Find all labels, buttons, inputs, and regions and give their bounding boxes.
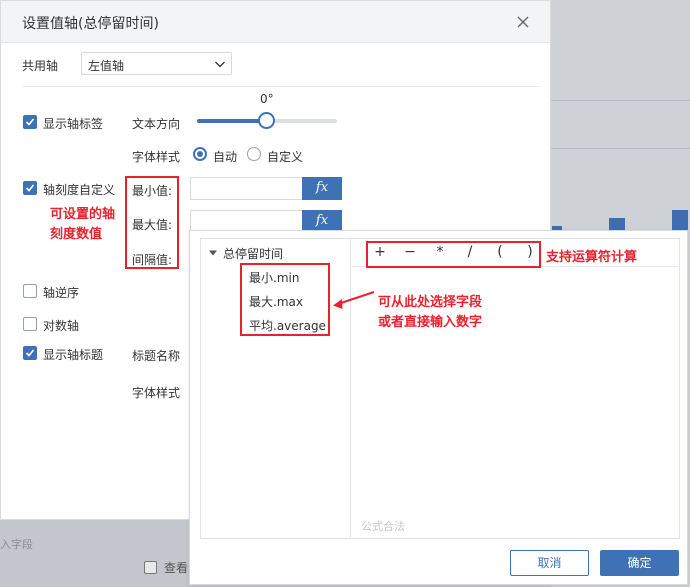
ok-button[interactable]: 确定 [600, 550, 679, 576]
check-icon [25, 118, 35, 126]
font-style-auto-radio[interactable] [193, 147, 207, 161]
dialog-title: 设置值轴(总停留时间) [22, 16, 159, 32]
background-gridline [551, 100, 690, 101]
operators-highlight [366, 241, 541, 268]
axis-scale-annotation-line1: 可设置的轴 [50, 207, 116, 222]
axis-reverse-label: 轴逆序 [43, 286, 80, 300]
background-hint-text: 入字段 [0, 538, 33, 551]
caret-down-icon[interactable] [209, 249, 217, 257]
check-icon [25, 349, 35, 357]
shared-axis-select[interactable]: 左值轴 [81, 52, 232, 75]
font-style-custom-radio[interactable] [247, 147, 261, 161]
shared-axis-selected-value: 左值轴 [88, 59, 125, 73]
axis-scale-annotation-line2: 刻度数值 [50, 227, 103, 242]
dialog-header: 设置值轴(总停留时间) [1, 1, 550, 43]
text-direction-label: 文本方向 [132, 117, 181, 131]
tree-root-label: 总停留时间 [223, 247, 284, 261]
max-value-label: 最大值: [132, 218, 173, 232]
formula-status: 公式合法 [361, 520, 405, 533]
axis-reverse-checkbox[interactable] [23, 284, 37, 298]
min-value-input[interactable] [190, 177, 303, 200]
title-name-label: 标题名称 [132, 349, 181, 363]
show-axis-title-label: 显示轴标题 [43, 348, 104, 362]
background-view-label: 查看 [164, 561, 189, 575]
tree-items-highlight [240, 263, 330, 336]
show-axis-label-checkbox[interactable] [23, 115, 37, 129]
min-value-label: 最小值: [132, 184, 173, 198]
text-direction-slider-fill [197, 119, 267, 123]
operators-annotation: 支持运算符计算 [546, 250, 638, 265]
chevron-down-icon [215, 61, 225, 68]
cancel-button[interactable]: 取消 [510, 550, 589, 576]
tree-root-total-stay-time[interactable]: 总停留时间 [209, 245, 283, 262]
show-axis-label-text: 显示轴标签 [43, 117, 104, 131]
section-divider [23, 86, 540, 87]
check-icon [25, 184, 35, 192]
text-direction-slider-handle[interactable] [258, 112, 275, 129]
text-direction-slider-track[interactable] [267, 119, 337, 123]
background-gridline [551, 148, 690, 149]
axis-scale-custom-label: 轴刻度自定义 [43, 183, 116, 197]
log-axis-label: 对数轴 [43, 319, 80, 333]
font-style-custom-label: 自定义 [267, 150, 304, 164]
log-axis-checkbox[interactable] [23, 317, 37, 331]
arrow-left-icon [333, 291, 375, 309]
formula-editor-panel[interactable]: + − * / ( ) 公式合法 [350, 238, 680, 539]
field-annotation-line1: 可从此处选择字段 [378, 295, 483, 310]
min-value-fx-button[interactable]: fx [302, 177, 342, 200]
field-annotation-line2: 或者直接输入数字 [378, 315, 483, 330]
close-icon[interactable] [514, 13, 532, 31]
text-direction-angle: 0° [260, 92, 274, 106]
font-style-label: 字体样式 [132, 150, 181, 164]
show-axis-title-checkbox[interactable] [23, 346, 37, 360]
background-field-panel [0, 520, 190, 587]
axis-scale-custom-checkbox[interactable] [23, 181, 37, 195]
shared-axis-label: 共用轴 [22, 59, 59, 73]
title-font-style-label: 字体样式 [132, 386, 181, 400]
background-view-checkbox[interactable] [144, 561, 157, 574]
font-style-auto-label: 自动 [213, 150, 238, 164]
interval-value-label: 间隔值: [132, 253, 173, 267]
